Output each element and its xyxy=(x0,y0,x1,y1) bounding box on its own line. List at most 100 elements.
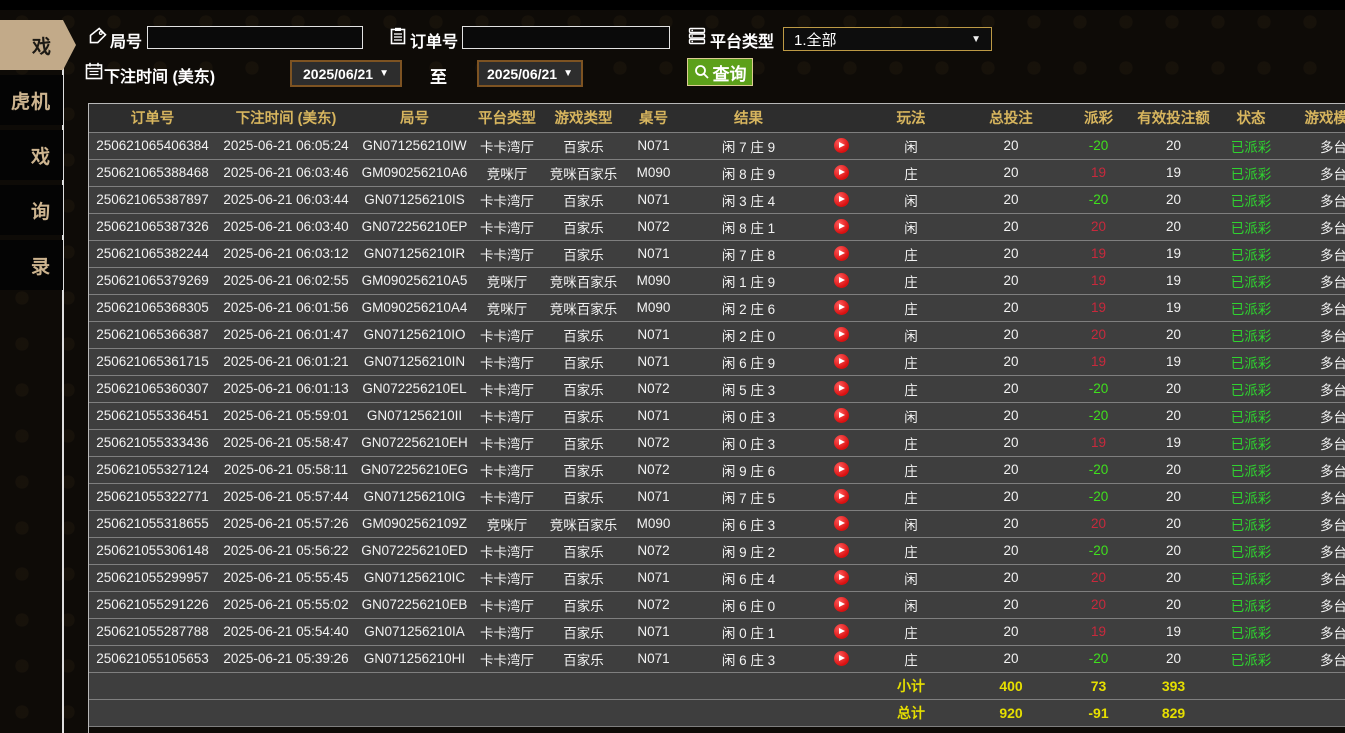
cell-2: GN072256210EL xyxy=(356,375,473,402)
sidebar-item-0[interactable]: 戏 xyxy=(0,20,76,70)
replay-play-icon[interactable] xyxy=(834,300,849,315)
cell-2: GN072256210EH xyxy=(356,429,473,456)
cell-8: 庄 xyxy=(866,429,956,456)
cell-1: 2025-06-21 05:57:26 xyxy=(216,510,356,537)
cell-1: 2025-06-21 06:02:55 xyxy=(216,267,356,294)
replay-play-icon[interactable] xyxy=(834,192,849,207)
cell-0: 250621065388468 xyxy=(89,159,216,186)
cell-7 xyxy=(816,375,866,402)
cell-1: 2025-06-21 06:01:21 xyxy=(216,348,356,375)
query-button-label: 查询 xyxy=(713,60,747,85)
cell-10: 20 xyxy=(1066,591,1131,618)
replay-play-icon[interactable] xyxy=(834,381,849,396)
cell-7 xyxy=(816,618,866,645)
cell-7 xyxy=(816,159,866,186)
total-row: 总计920-91829 xyxy=(89,699,1345,726)
table-row: 2506210653663872025-06-21 06:01:47GN0712… xyxy=(89,321,1345,348)
cell-6: 闲 0 庄 1 xyxy=(681,618,816,645)
cell-12: 已派彩 xyxy=(1216,159,1286,186)
table-row: 2506210553334362025-06-21 05:58:47GN0722… xyxy=(89,429,1345,456)
cell-13: 多台 xyxy=(1286,564,1345,591)
cell-8: 闲 xyxy=(866,402,956,429)
cell-9: 20 xyxy=(956,240,1066,267)
cell-13: 多台 xyxy=(1286,510,1345,537)
cell-11: 20 xyxy=(1131,537,1216,564)
replay-play-icon[interactable] xyxy=(834,165,849,180)
sidebar-item-2[interactable]: 戏 xyxy=(0,130,63,180)
replay-play-icon[interactable] xyxy=(834,435,849,450)
cell-10: 20 xyxy=(1066,213,1131,240)
col-header-4: 游戏类型 xyxy=(541,104,626,132)
table-row: 2506210653878972025-06-21 06:03:44GN0712… xyxy=(89,186,1345,213)
sidebar-item-3[interactable]: 询 xyxy=(0,185,63,235)
col-header-2: 局号 xyxy=(356,104,473,132)
subtotal-row-cell-9: 400 xyxy=(956,672,1066,699)
cell-5: N072 xyxy=(626,537,681,564)
replay-play-icon[interactable] xyxy=(834,624,849,639)
cell-6: 闲 6 庄 4 xyxy=(681,564,816,591)
replay-play-icon[interactable] xyxy=(834,246,849,261)
cell-6: 闲 7 庄 8 xyxy=(681,240,816,267)
sidebar-item-4[interactable]: 录 xyxy=(0,240,63,290)
replay-play-icon[interactable] xyxy=(834,462,849,477)
cell-13: 多台 xyxy=(1286,456,1345,483)
cell-9: 20 xyxy=(956,591,1066,618)
query-button[interactable]: 查询 xyxy=(687,58,753,86)
cell-13: 多台 xyxy=(1286,429,1345,456)
replay-play-icon[interactable] xyxy=(834,543,849,558)
replay-play-icon[interactable] xyxy=(834,408,849,423)
cell-4: 百家乐 xyxy=(541,348,626,375)
replay-play-icon[interactable] xyxy=(834,219,849,234)
cell-0: 250621065387326 xyxy=(89,213,216,240)
cell-10: -20 xyxy=(1066,537,1131,564)
replay-play-icon[interactable] xyxy=(834,516,849,531)
table-row: 2506210653603072025-06-21 06:01:13GN0722… xyxy=(89,375,1345,402)
date-to-picker[interactable]: 2025/06/21 ▼ xyxy=(477,60,583,87)
date-from-picker[interactable]: 2025/06/21 ▼ xyxy=(290,60,402,87)
cell-1: 2025-06-21 05:58:11 xyxy=(216,456,356,483)
chevron-down-icon: ▼ xyxy=(971,34,981,45)
cell-2: GN072256210EG xyxy=(356,456,473,483)
cell-8: 庄 xyxy=(866,240,956,267)
subtotal-row-cell-13 xyxy=(1286,672,1345,699)
round-no-input[interactable] xyxy=(147,26,363,49)
cell-3: 卡卡湾厅 xyxy=(473,375,541,402)
cell-7 xyxy=(816,645,866,672)
cell-8: 庄 xyxy=(866,267,956,294)
order-no-input[interactable] xyxy=(462,26,670,49)
total-row-cell-5 xyxy=(626,699,681,726)
replay-play-icon[interactable] xyxy=(834,570,849,585)
replay-play-icon[interactable] xyxy=(834,327,849,342)
cell-1: 2025-06-21 06:03:46 xyxy=(216,159,356,186)
col-header-0: 订单号 xyxy=(89,104,216,132)
table-row: 2506210653884682025-06-21 06:03:46GM0902… xyxy=(89,159,1345,186)
replay-play-icon[interactable] xyxy=(834,354,849,369)
cell-7 xyxy=(816,456,866,483)
replay-play-icon[interactable] xyxy=(834,489,849,504)
cell-8: 闲 xyxy=(866,132,956,159)
cell-8: 闲 xyxy=(866,510,956,537)
cell-6: 闲 6 庄 0 xyxy=(681,591,816,618)
cell-8: 庄 xyxy=(866,483,956,510)
cell-5: N071 xyxy=(626,132,681,159)
platform-type-select[interactable]: 1.全部 ▼ xyxy=(783,27,992,51)
cell-9: 20 xyxy=(956,321,1066,348)
cell-3: 卡卡湾厅 xyxy=(473,240,541,267)
cell-9: 20 xyxy=(956,267,1066,294)
sidebar-item-1[interactable]: 虎机 xyxy=(0,75,63,125)
cell-2: GN072256210EB xyxy=(356,591,473,618)
total-row-cell-10: -91 xyxy=(1066,699,1131,726)
cell-3: 卡卡湾厅 xyxy=(473,213,541,240)
cell-12: 已派彩 xyxy=(1216,213,1286,240)
cell-5: N071 xyxy=(626,402,681,429)
cell-1: 2025-06-21 06:03:44 xyxy=(216,186,356,213)
round-no-label: 局号 xyxy=(110,28,142,52)
cell-10: -20 xyxy=(1066,483,1131,510)
replay-play-icon[interactable] xyxy=(834,597,849,612)
subtotal-row-cell-10: 73 xyxy=(1066,672,1131,699)
col-header-10: 派彩 xyxy=(1066,104,1131,132)
replay-play-icon[interactable] xyxy=(834,138,849,153)
replay-play-icon[interactable] xyxy=(834,651,849,666)
replay-play-icon[interactable] xyxy=(834,273,849,288)
cell-9: 20 xyxy=(956,402,1066,429)
